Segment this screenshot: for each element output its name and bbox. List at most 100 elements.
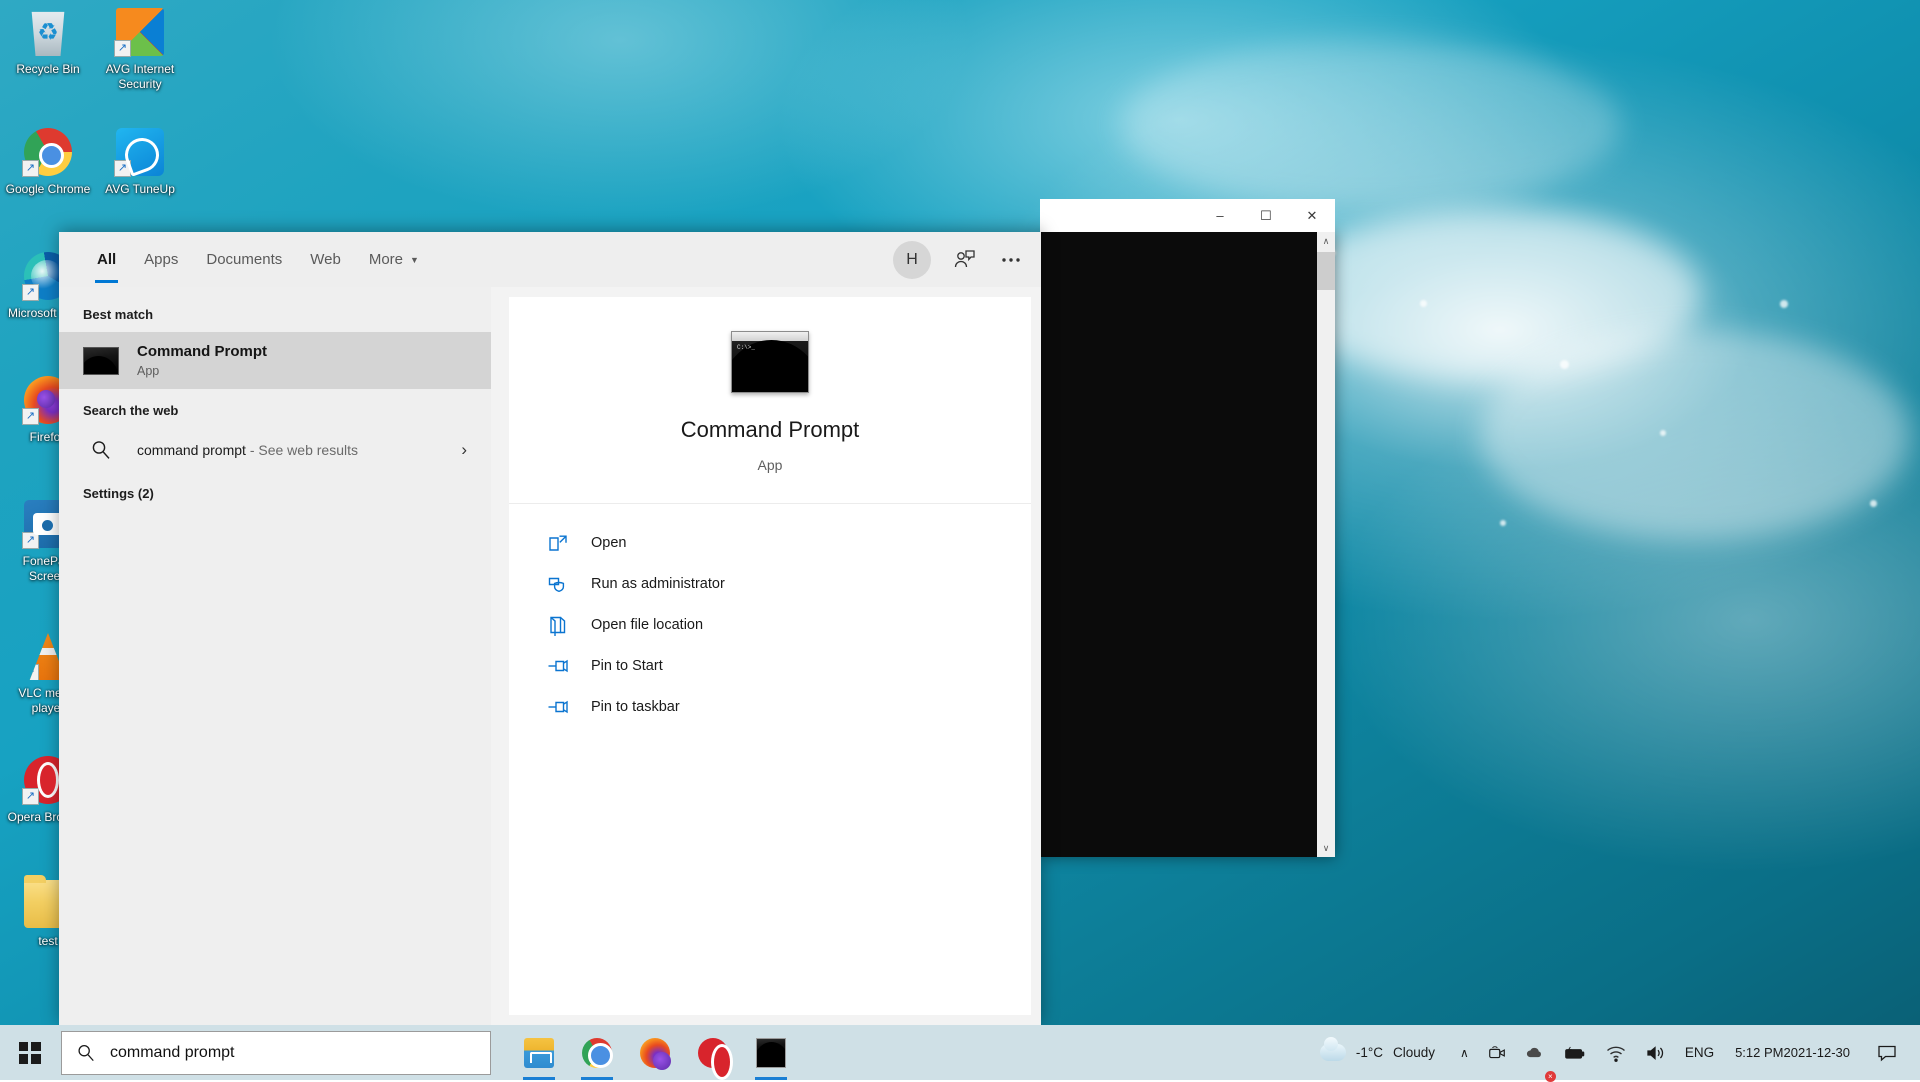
close-button[interactable]: ✕: [1289, 199, 1335, 232]
pin-icon: [545, 655, 571, 677]
search-icon: [76, 1043, 96, 1063]
tab-label: More: [369, 251, 403, 268]
weather-widget[interactable]: -1°C Cloudy: [1302, 1025, 1451, 1080]
maximize-button[interactable]: ☐: [1243, 199, 1289, 232]
command-prompt-icon: [83, 347, 119, 375]
wallpaper-sparkle: [1500, 520, 1506, 526]
search-the-web-heading: Search the web: [59, 389, 491, 428]
feedback-person-icon[interactable]: [953, 248, 977, 272]
show-hidden-icons-button[interactable]: ∧: [1451, 1025, 1478, 1080]
shield-run-as-admin-icon: [545, 573, 571, 595]
meet-now-icon[interactable]: [1478, 1025, 1516, 1080]
chevron-down-icon[interactable]: ▼: [410, 255, 419, 265]
desktop-icon-google-chrome[interactable]: ↗Google Chrome: [2, 128, 94, 197]
icon-prompt-text: C:\>_: [737, 344, 755, 351]
shortcut-arrow-icon: ↗: [114, 160, 131, 177]
avg-tuneup-icon: ↗: [116, 128, 164, 176]
shortcut-arrow-icon: ↗: [22, 788, 39, 805]
wallpaper-sparkle: [1870, 500, 1877, 507]
weather-temperature: -1°C: [1356, 1045, 1383, 1060]
scrollbar-thumb[interactable]: [1317, 252, 1335, 290]
wallpaper-foam: [1120, 40, 1620, 210]
ellipsis-icon[interactable]: [999, 248, 1023, 272]
taskbar-app-google-chrome[interactable]: [573, 1025, 621, 1080]
tab-apps[interactable]: Apps: [130, 232, 192, 287]
taskbar-app-firefox[interactable]: [631, 1025, 679, 1080]
shortcut-arrow-icon: ↗: [22, 408, 39, 425]
avatar[interactable]: H: [893, 241, 931, 279]
minimize-button[interactable]: –: [1197, 199, 1243, 232]
chevron-right-icon[interactable]: ›: [461, 440, 467, 460]
wallpaper-sparkle: [1560, 360, 1569, 369]
start-button[interactable]: [0, 1025, 59, 1080]
avg-tray-icon[interactable]: ×: [1516, 1025, 1554, 1080]
web-result-row[interactable]: command prompt - See web results ›: [59, 428, 491, 472]
tab-documents[interactable]: Documents: [192, 232, 296, 287]
action-open[interactable]: Open: [509, 522, 1031, 563]
taskbar: command prompt -1°C Cloudy ∧ ×: [0, 1025, 1920, 1080]
language-indicator[interactable]: ENG: [1676, 1025, 1723, 1080]
shortcut-arrow-icon: ↗: [22, 664, 39, 681]
google-chrome-icon: ↗: [24, 128, 72, 176]
firefox-icon: [640, 1038, 670, 1068]
tab-web[interactable]: Web: [296, 232, 355, 287]
desktop-icon-avg-internet-security[interactable]: ↗AVG Internet Security: [94, 8, 186, 92]
action-label: Open: [591, 535, 626, 551]
action-center-icon[interactable]: [1862, 1025, 1912, 1080]
taskbar-app-command-prompt[interactable]: [747, 1025, 795, 1080]
shortcut-arrow-icon: ↗: [114, 40, 131, 57]
web-result-query: command prompt: [137, 442, 246, 458]
action-pin-to-start[interactable]: Pin to Start: [509, 645, 1031, 686]
battery-icon[interactable]: [1554, 1025, 1596, 1080]
command-prompt-icon: [756, 1038, 786, 1068]
preview-actions-list: Open Run as administrator Open file locati…: [509, 503, 1031, 1015]
taskbar-app-opera-browser[interactable]: [689, 1025, 737, 1080]
action-label: Run as administrator: [591, 576, 725, 592]
tab-label: Apps: [144, 251, 178, 268]
recycle-bin-icon: [24, 8, 72, 56]
desktop-icon-avg-tuneup[interactable]: ↗ AVG TuneUp: [94, 128, 186, 197]
desktop-icon-label: AVG TuneUp: [94, 182, 186, 197]
action-pin-to-taskbar[interactable]: Pin to taskbar: [509, 686, 1031, 727]
search-panel-header: All Apps Documents Web More ▼ H: [59, 232, 1041, 287]
taskbar-app-buttons: [515, 1025, 795, 1080]
desktop-icon-recycle-bin[interactable]: Recycle Bin: [2, 8, 94, 77]
clock-time: 5:12 PM: [1735, 1045, 1783, 1061]
search-input[interactable]: command prompt: [61, 1031, 491, 1075]
tab-label: Documents: [206, 251, 282, 268]
scroll-up-arrow-icon[interactable]: ∧: [1323, 232, 1330, 250]
action-label: Open file location: [591, 617, 703, 633]
pin-icon: [545, 696, 571, 718]
cloud-icon: [1320, 1044, 1346, 1061]
volume-icon[interactable]: [1636, 1025, 1676, 1080]
tab-label: All: [97, 251, 116, 268]
command-prompt-window[interactable]: – ☐ ✕ ∧ ∨: [1040, 232, 1335, 857]
command-prompt-titlebar[interactable]: – ☐ ✕: [1040, 199, 1335, 232]
action-open-file-location[interactable]: Open file location: [509, 604, 1031, 645]
wallpaper-sparkle: [1780, 300, 1788, 308]
best-match-result-row[interactable]: Command Prompt App: [59, 332, 491, 389]
search-header-actions[interactable]: H: [893, 241, 1023, 279]
clock-date: 2021-12-30: [1784, 1045, 1851, 1061]
tab-all[interactable]: All: [83, 232, 130, 287]
preview-app-title: Command Prompt: [509, 417, 1031, 443]
search-input-value: command prompt: [110, 1044, 235, 1062]
clock[interactable]: 5:12 PM 2021-12-30: [1723, 1025, 1862, 1080]
best-match-heading: Best match: [59, 293, 491, 332]
search-preview-column: C:\>_ Command Prompt App Open Run as admi…: [491, 287, 1041, 1025]
preview-card: C:\>_ Command Prompt App: [509, 297, 1031, 503]
folder-location-icon: [545, 614, 571, 636]
wifi-icon[interactable]: [1596, 1025, 1636, 1080]
open-icon: [545, 532, 571, 554]
action-run-as-administrator[interactable]: Run as administrator: [509, 563, 1031, 604]
search-tabs[interactable]: All Apps Documents Web More ▼: [83, 232, 433, 287]
taskbar-app-file-explorer[interactable]: [515, 1025, 563, 1080]
wallpaper-sparkle: [1660, 430, 1666, 436]
command-prompt-scrollbar[interactable]: ∧ ∨: [1317, 232, 1335, 857]
tab-more[interactable]: More ▼: [355, 232, 433, 287]
file-explorer-icon: [524, 1038, 554, 1068]
search-results-column: Best match Command Prompt App Search the…: [59, 287, 491, 1025]
scroll-down-arrow-icon[interactable]: ∨: [1323, 839, 1330, 857]
search-flyout-panel[interactable]: All Apps Documents Web More ▼ H Best match: [59, 232, 1041, 1025]
shortcut-arrow-icon: ↗: [22, 532, 39, 549]
